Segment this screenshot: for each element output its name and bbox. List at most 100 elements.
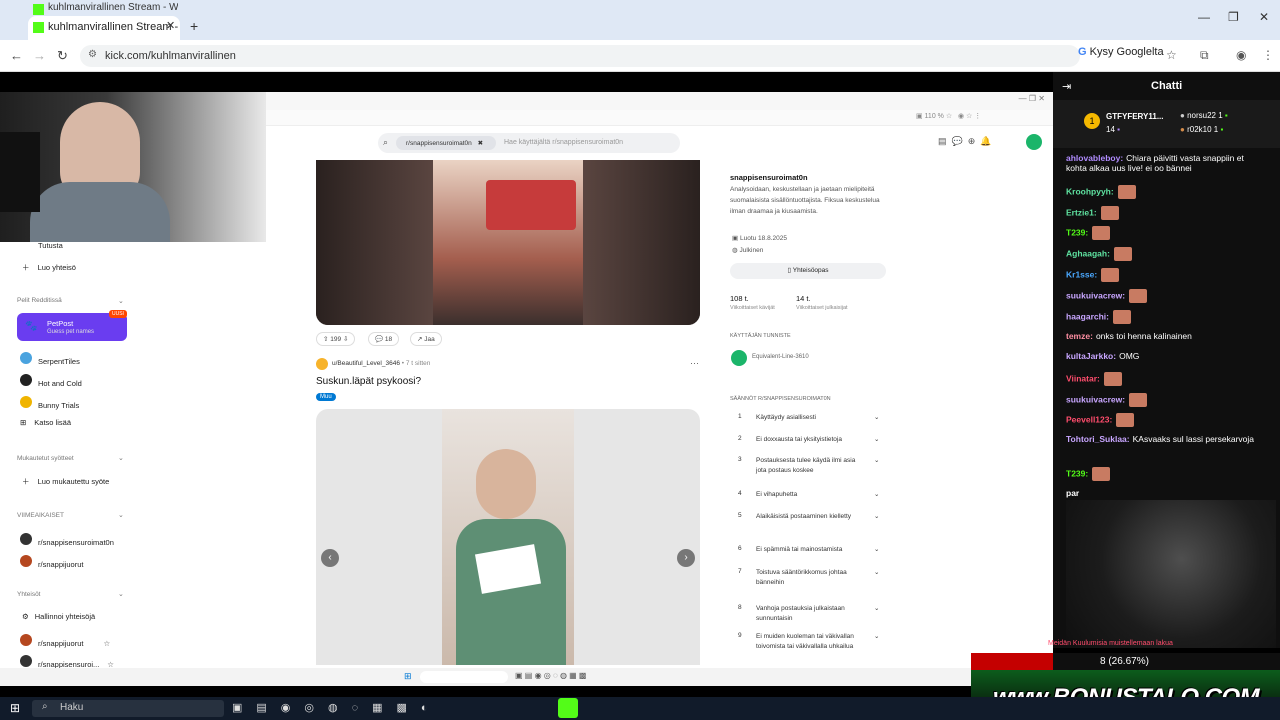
search-icon: ⌕ — [42, 701, 48, 712]
sidebar-see-more-label: Katso lisää — [34, 418, 71, 427]
community-visibility: ◍ Julkinen — [732, 246, 763, 254]
chat-message: Kroohpyyh: — [1066, 185, 1266, 199]
community-guide-button: ▯ Yhteisöopas — [730, 263, 886, 279]
chat-message: suukuivacrew: — [1066, 289, 1266, 303]
rule-number: 7 — [738, 568, 742, 575]
petpost-card: 🐾 PetPost Guess pet names UUSI — [17, 310, 127, 341]
chat-username[interactable]: temze: — [1066, 331, 1093, 341]
address-bar[interactable]: ⚙ kick.com/kuhlmanvirallinen — [80, 45, 1080, 67]
minimize-icon[interactable]: — — [1198, 10, 1210, 24]
carousel-next-icon: › — [677, 549, 695, 567]
sidebar-community-label: r/snappijuorut — [38, 639, 84, 648]
rule-number: 1 — [738, 413, 742, 420]
ask-google-button[interactable]: G Kysy Googlelta — [1078, 46, 1164, 58]
search-icon: ⌕ — [383, 137, 389, 147]
chat-username[interactable]: kultaJarkko: — [1066, 351, 1116, 361]
chat-message: Aghaagah: — [1066, 247, 1266, 261]
top-gifter-2[interactable]: ● norsu22 1 ▪ — [1180, 111, 1228, 120]
gift-count: 1 — [1213, 125, 1219, 134]
rule-number: 6 — [738, 545, 742, 552]
maximize-icon[interactable]: ❐ — [1228, 10, 1239, 24]
grid-icon: ⊞ — [20, 418, 27, 427]
medal-icon: ● — [1180, 111, 1185, 120]
reload-icon[interactable]: ↻ — [57, 48, 68, 64]
sidebar-recent-2: r/snappijuorut — [20, 555, 83, 569]
emote-icon — [1092, 467, 1111, 481]
bookmark-star-icon[interactable]: ☆ — [1166, 48, 1177, 62]
chat-username[interactable]: Aghaagah: — [1066, 248, 1110, 258]
chat-username[interactable]: Tohtori_Suklaa: — [1066, 434, 1130, 444]
chevron-down-icon: ⌄ — [874, 491, 880, 498]
share-icon: ↗ — [417, 336, 423, 343]
chat-message: Peevell123: — [1066, 413, 1266, 427]
taskbar-apps-icon[interactable]: ▣▤◉◎◍◌▦▩◐ — [232, 701, 442, 714]
star-icon: ☆ — [103, 639, 111, 648]
rule-text: Käyttäydy asiallisesti — [756, 414, 816, 421]
rule-text: Ei vihapuhetta — [756, 491, 798, 498]
post-author-avatar — [316, 358, 328, 370]
inner-browser-titlebar: — ❐ ✕ — [266, 92, 1053, 110]
rule-number: 2 — [738, 435, 742, 442]
media-person-sweater — [456, 519, 566, 665]
profile-icon[interactable]: ◉ — [1236, 48, 1246, 62]
search-community-chip: r/snappisensuroimat0n ✖ — [396, 136, 496, 150]
site-info-icon[interactable]: ⚙ — [88, 49, 97, 60]
chat-username[interactable]: Viinatar: — [1066, 373, 1100, 383]
paw-icon: 🐾 — [25, 321, 38, 332]
back-icon[interactable]: ← — [10, 48, 23, 63]
collapse-chat-icon[interactable]: ⇥ — [1062, 80, 1071, 93]
emote-icon — [1113, 310, 1131, 324]
inner-window-controls-icon: — ❐ ✕ — [1018, 94, 1045, 103]
chat-username[interactable]: par — [1066, 488, 1079, 498]
share-label: Jaa — [424, 336, 435, 343]
top-gifter-3[interactable]: ● r02k10 1 ▪ — [1180, 125, 1223, 134]
sidebar-section-communities: Yhteisöt — [17, 591, 41, 598]
overlay-notice: Meidän Kuulumisia muistellemaan lakua — [1048, 640, 1173, 647]
community-icon — [20, 655, 32, 667]
gift-icon: ▪ — [1117, 125, 1120, 134]
chat-username[interactable]: Peevell123: — [1066, 414, 1112, 424]
chevron-down-icon: ⌄ — [874, 436, 880, 443]
chat-username[interactable]: T239: — [1066, 227, 1088, 237]
browser-tab-background[interactable]: kuhlmanvirallinen Stream - Wa — [28, 2, 178, 16]
top-gifter-name[interactable]: GTFYFERY11... — [1106, 112, 1164, 121]
inner-taskbar-apps-icon: ▣ ▤ ◉ ◎ ◌ ◍ ▦ ▩ — [515, 671, 587, 680]
avatar — [1026, 134, 1042, 150]
browser-tab-active[interactable]: kuhlmanvirallinen Stream - Wat — [28, 16, 180, 40]
chat-username[interactable]: Kroohpyyh: — [1066, 186, 1114, 196]
forward-icon[interactable]: → — [33, 48, 46, 63]
chat-username[interactable]: Kr1sse: — [1066, 269, 1097, 279]
chat-message: Kr1sse: — [1066, 268, 1266, 282]
chat-message: Ertzie1: — [1066, 206, 1266, 220]
google-icon: G — [1078, 46, 1087, 58]
chat-username[interactable]: haagarchi: — [1066, 311, 1109, 321]
close-tab-icon[interactable]: ✕ — [166, 19, 175, 32]
chat-username[interactable]: T239: — [1066, 468, 1088, 478]
windows-start-icon[interactable]: ⊞ — [10, 701, 20, 715]
sidebar-game-2: Hot and Cold — [20, 374, 82, 388]
game-icon — [20, 352, 32, 364]
poll-bar — [1053, 653, 1280, 670]
extensions-icon[interactable]: ⧉ — [1200, 48, 1209, 63]
chat-username[interactable]: ahlovableboy: — [1066, 153, 1123, 163]
chat-username[interactable]: Ertzie1: — [1066, 207, 1097, 217]
author-name: u/Beautiful_Level_3646 — [332, 360, 400, 367]
community-name: snappisensuroimat0n — [730, 173, 808, 182]
taskbar-search-label: Haku — [60, 702, 84, 713]
sidebar-game-3: Bunny Trials — [20, 396, 79, 410]
chevron-down-icon: ⌄ — [874, 546, 880, 553]
menu-icon[interactable]: ⋮ — [1262, 48, 1274, 62]
inner-toolbar-icons: ▣ 110 % ☆ ◉ ☆ ⋮ — [916, 113, 982, 120]
kick-app-icon[interactable] — [558, 698, 578, 718]
emote-icon — [1092, 226, 1111, 240]
chat-username[interactable]: suukuivacrew: — [1066, 290, 1125, 300]
post-title: Suskun.läpät psykoosi? — [316, 376, 422, 387]
chat-message: T239: — [1066, 467, 1266, 481]
chat-message: suukuivacrew: — [1066, 393, 1266, 407]
close-window-icon[interactable]: ✕ — [1259, 10, 1269, 24]
chat-text: OMG — [1119, 351, 1140, 361]
sidebar-item-create-community: ＋ Luo yhteisö — [22, 263, 76, 272]
sidebar-item-label: Luo yhteisö — [37, 263, 76, 272]
new-tab-icon[interactable]: + — [190, 18, 198, 34]
chat-username[interactable]: suukuivacrew: — [1066, 394, 1125, 404]
